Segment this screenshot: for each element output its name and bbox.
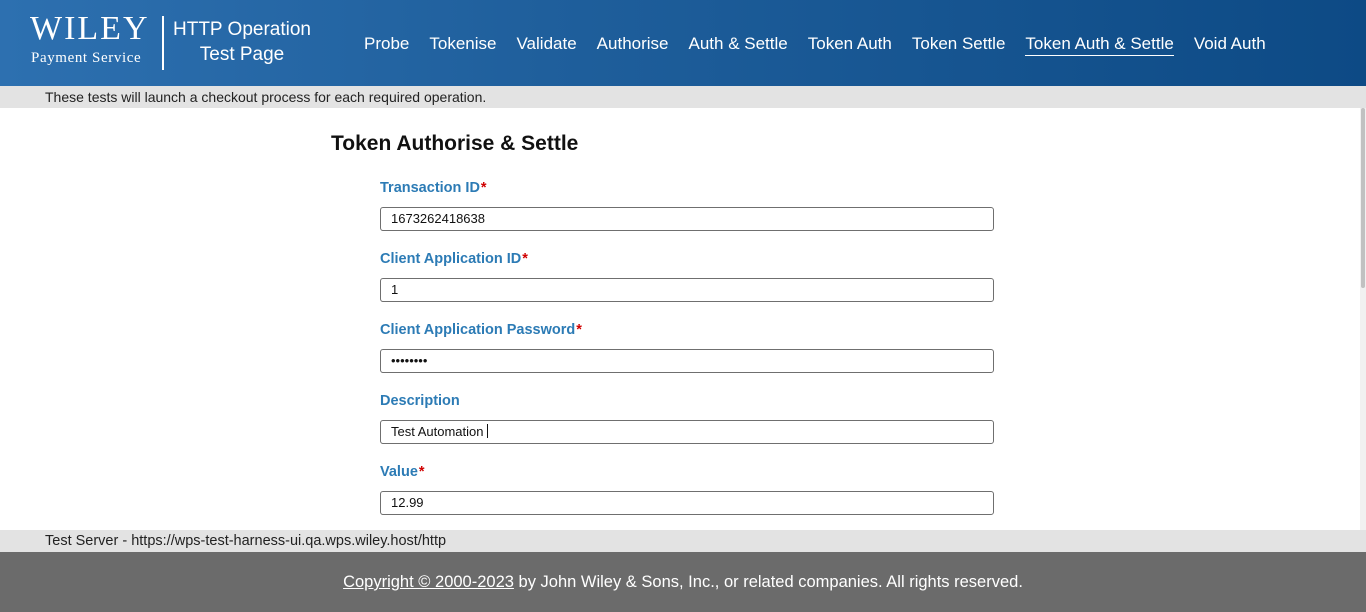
required-marker: * bbox=[576, 322, 582, 338]
nav-validate[interactable]: Validate bbox=[516, 33, 576, 56]
main-content: Token Authorise & Settle Transaction ID*… bbox=[0, 108, 1360, 530]
page-title-line-1: HTTP Operation bbox=[173, 19, 311, 40]
client-app-id-group: Client Application ID* 1 bbox=[380, 251, 994, 302]
required-marker: * bbox=[418, 464, 425, 480]
value-input[interactable]: 12.99 bbox=[380, 491, 994, 515]
description-input[interactable]: Test Automation bbox=[380, 420, 994, 444]
text-cursor bbox=[486, 424, 488, 438]
description-value: Test Automation bbox=[391, 424, 484, 439]
client-app-id-input[interactable]: 1 bbox=[380, 278, 994, 302]
nav-probe[interactable]: Probe bbox=[364, 33, 409, 56]
nav-token-auth[interactable]: Token Auth bbox=[808, 33, 892, 56]
client-app-password-group: Client Application Password* •••••••• bbox=[380, 322, 994, 373]
client-app-password-input[interactable]: •••••••• bbox=[380, 349, 994, 373]
transaction-id-label-text: Transaction ID bbox=[380, 180, 480, 196]
nav-authorise[interactable]: Authorise bbox=[597, 33, 669, 56]
description-group: Description Test Automation bbox=[380, 393, 994, 444]
logo-wordmark: WILEY bbox=[30, 10, 150, 47]
transaction-id-label: Transaction ID* bbox=[380, 180, 994, 200]
transaction-id-input[interactable]: 1673262418638 bbox=[380, 207, 994, 231]
form-title: Token Authorise & Settle bbox=[331, 132, 579, 155]
nav-token-auth-settle[interactable]: Token Auth & Settle bbox=[1025, 33, 1174, 56]
page-title: HTTP Operation Test Page bbox=[172, 17, 312, 67]
client-app-password-label: Client Application Password* bbox=[380, 322, 994, 342]
required-marker: * bbox=[522, 251, 528, 267]
copyright-link[interactable]: Copyright © 2000-2023 bbox=[343, 573, 514, 591]
client-app-id-label-text: Client Application ID bbox=[380, 251, 522, 267]
client-app-id-label: Client Application ID* bbox=[380, 251, 994, 271]
site-footer: Copyright © 2000-2023 by John Wiley & So… bbox=[0, 552, 1366, 612]
server-info: Test Server - https://wps-test-harness-u… bbox=[0, 530, 1366, 552]
main-nav: Probe Tokenise Validate Authorise Auth &… bbox=[364, 33, 1266, 56]
required-marker: * bbox=[480, 180, 487, 196]
description-label-text: Description bbox=[380, 393, 460, 409]
nav-token-settle[interactable]: Token Settle bbox=[912, 33, 1006, 56]
page-title-line-2: Test Page bbox=[199, 44, 285, 65]
value-group: Value* 12.99 bbox=[380, 464, 994, 515]
logo-subtitle: Payment Service bbox=[31, 50, 142, 66]
nav-auth-settle[interactable]: Auth & Settle bbox=[689, 33, 788, 56]
nav-tokenise[interactable]: Tokenise bbox=[429, 33, 496, 56]
value-label: Value* bbox=[380, 464, 994, 484]
header-divider bbox=[162, 16, 164, 70]
copyright-text: by John Wiley & Sons, Inc., or related c… bbox=[513, 573, 1023, 591]
nav-void-auth[interactable]: Void Auth bbox=[1194, 33, 1266, 56]
scrollbar-thumb[interactable] bbox=[1361, 108, 1365, 288]
transaction-id-group: Transaction ID* 1673262418638 bbox=[380, 180, 994, 231]
info-banner: These tests will launch a checkout proce… bbox=[0, 86, 1366, 108]
value-label-text: Value bbox=[380, 464, 418, 480]
site-header: WILEY Payment Service HTTP Operation Tes… bbox=[0, 0, 1366, 86]
wiley-logo[interactable]: WILEY Payment Service bbox=[30, 12, 155, 68]
client-app-password-label-text: Client Application Password bbox=[380, 322, 576, 338]
vertical-scrollbar[interactable] bbox=[1360, 108, 1366, 530]
description-label: Description bbox=[380, 393, 994, 413]
